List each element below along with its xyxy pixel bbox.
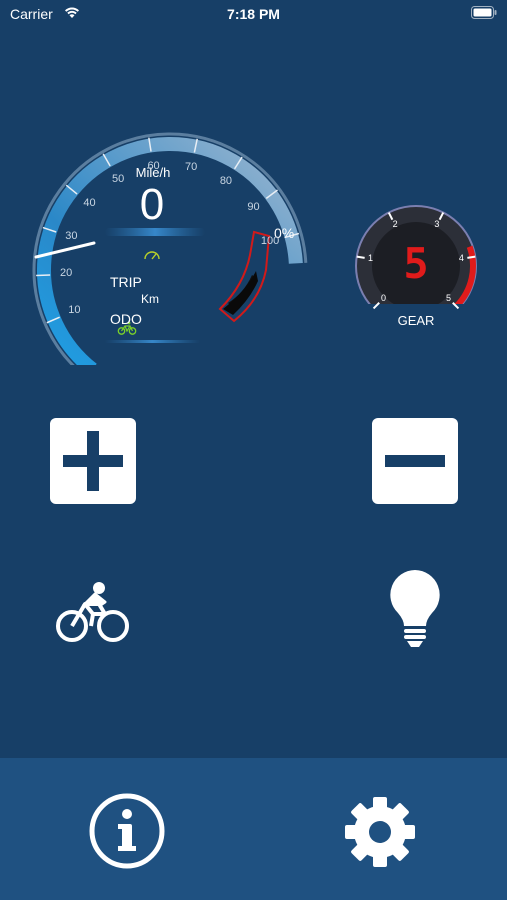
- speed-tick-label: 50: [112, 172, 125, 185]
- info-button[interactable]: [88, 792, 166, 870]
- increase-assist-button[interactable]: [50, 418, 136, 504]
- plus-icon: [63, 431, 123, 491]
- speed-tick-mark: [36, 274, 51, 277]
- gear-tick-label: 3: [434, 219, 440, 229]
- gear-tick-label: 4: [458, 252, 464, 263]
- status-time: 7:18 PM: [227, 6, 280, 22]
- speed-tick-label: 20: [59, 267, 73, 280]
- headlight-button[interactable]: [386, 568, 444, 650]
- status-bar: Carrier 7:18 PM: [0, 0, 507, 30]
- gear-value: 5: [403, 239, 429, 288]
- speed-tick-label: 10: [68, 303, 81, 316]
- odo-label: ODO: [110, 311, 142, 327]
- bottom-toolbar: [0, 758, 507, 900]
- distance-unit-label: Km: [141, 292, 159, 306]
- speed-tick-label: 80: [219, 175, 233, 188]
- speed-tick-label: 90: [247, 200, 260, 213]
- lightbulb-icon: [390, 570, 440, 647]
- gear-icon: [345, 797, 415, 867]
- gear-tick-label: 5: [446, 292, 452, 303]
- ride-mode-button[interactable]: [55, 580, 131, 644]
- info-icon: [89, 793, 165, 869]
- eco-gauge-icon: [144, 251, 160, 260]
- minus-icon: [385, 455, 445, 467]
- speed-tick-label: 30: [65, 230, 78, 243]
- gear-tick-label: 2: [392, 219, 398, 229]
- speedometer: Mile/h 0 0% TRIP Km ODO 10 20 30 40 50 60 70 80…: [20, 95, 320, 379]
- decrease-assist-button[interactable]: [372, 418, 458, 504]
- gear-gauge: 5 GEAR 0 1 2 3 4 5: [348, 200, 488, 334]
- speed-tick-label: 70: [185, 161, 198, 174]
- settings-button[interactable]: [343, 795, 417, 869]
- gear-label: GEAR: [397, 313, 435, 328]
- trip-label: TRIP: [110, 274, 142, 290]
- speed-tick-label: 40: [83, 197, 96, 210]
- speed-tick-label: 60: [147, 160, 160, 173]
- speed-value: 0: [139, 180, 165, 229]
- battery-icon: [471, 6, 497, 22]
- speed-tick-label: 100: [260, 234, 280, 247]
- gear-tick-label: 0: [380, 292, 386, 303]
- bicycle-icon: [56, 582, 129, 642]
- gear-tick-label: 1: [368, 252, 374, 263]
